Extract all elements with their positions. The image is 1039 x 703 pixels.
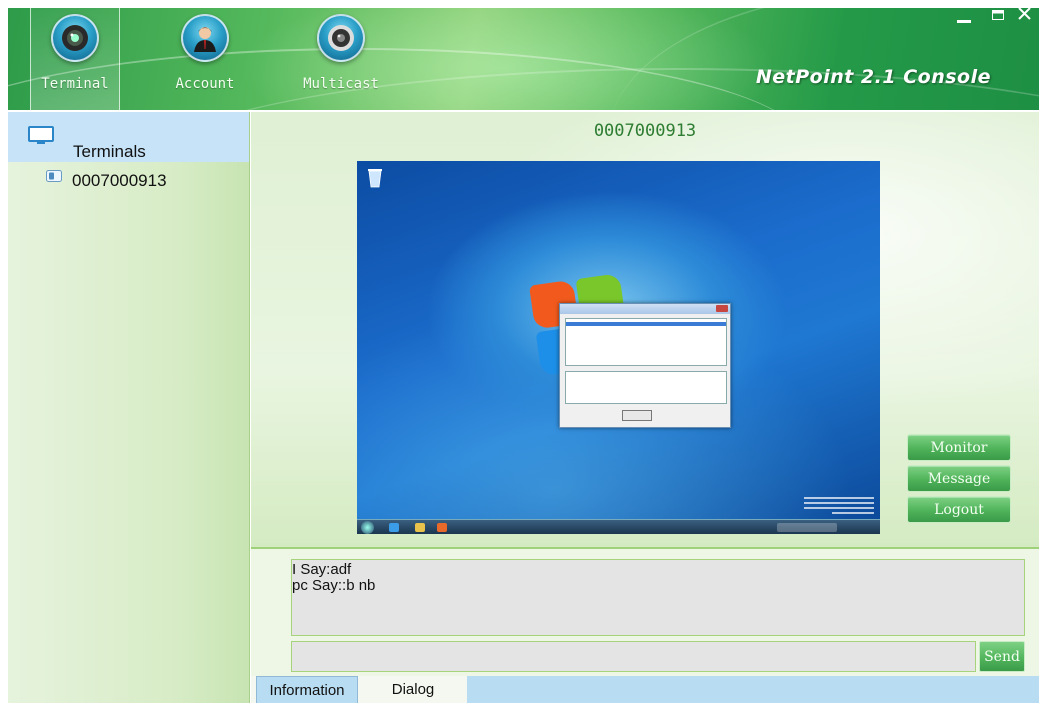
remote-message-dialog (559, 303, 731, 428)
header-banner: Terminal Account Multicast NetPoint 2.1 … (8, 8, 1039, 110)
minimize-icon[interactable] (957, 12, 971, 28)
tree-item-label: 0007000913 (72, 171, 167, 190)
monitor-button[interactable]: Monitor (907, 434, 1011, 461)
speaker-icon (317, 14, 365, 62)
nav-multicast[interactable]: Multicast (296, 8, 386, 110)
terminal-view: 0007000913 Monitor Message Logout (251, 112, 1039, 547)
bottom-tab-bar: Information Dialog (251, 676, 1039, 703)
close-icon[interactable] (1018, 8, 1031, 24)
tab-information[interactable]: Information (256, 676, 358, 703)
maximize-icon[interactable] (992, 8, 1004, 24)
terminal-title: 0007000913 (593, 121, 697, 141)
chat-panel: I Say:adf pc Say::b nb Send (251, 547, 1039, 676)
terminal-tree: Terminals 0007000913 (8, 112, 250, 703)
tree-root-terminals[interactable]: Terminals (8, 112, 249, 162)
webcam-icon (51, 14, 99, 62)
tree-item-terminal[interactable]: 0007000913 (8, 162, 249, 190)
chat-log[interactable]: I Say:adf pc Say::b nb (291, 559, 1025, 636)
nav-multicast-label: Multicast (303, 76, 379, 92)
remote-screen-preview[interactable] (357, 161, 880, 534)
tab-dialog[interactable]: Dialog (373, 676, 453, 703)
nav-terminal-label: Terminal (41, 76, 109, 92)
nav-terminal[interactable]: Terminal (30, 8, 120, 110)
app-brand-title: NetPoint 2.1 Console (755, 66, 991, 88)
send-button[interactable]: Send (979, 641, 1025, 672)
message-button[interactable]: Message (907, 465, 1011, 492)
chat-line: I Say:adf (292, 561, 352, 578)
chat-line: pc Say::b nb (292, 577, 376, 594)
nav-account[interactable]: Account (160, 8, 250, 110)
tree-root-label: Terminals (73, 142, 146, 161)
chat-message-input[interactable] (291, 641, 976, 672)
remote-taskbar (357, 519, 880, 534)
monitor-icon (28, 126, 54, 151)
terminal-icon (46, 169, 62, 187)
logout-button[interactable]: Logout (907, 496, 1011, 523)
nav-account-label: Account (175, 76, 235, 92)
recycle-bin-icon (368, 169, 382, 188)
user-icon (181, 14, 229, 62)
